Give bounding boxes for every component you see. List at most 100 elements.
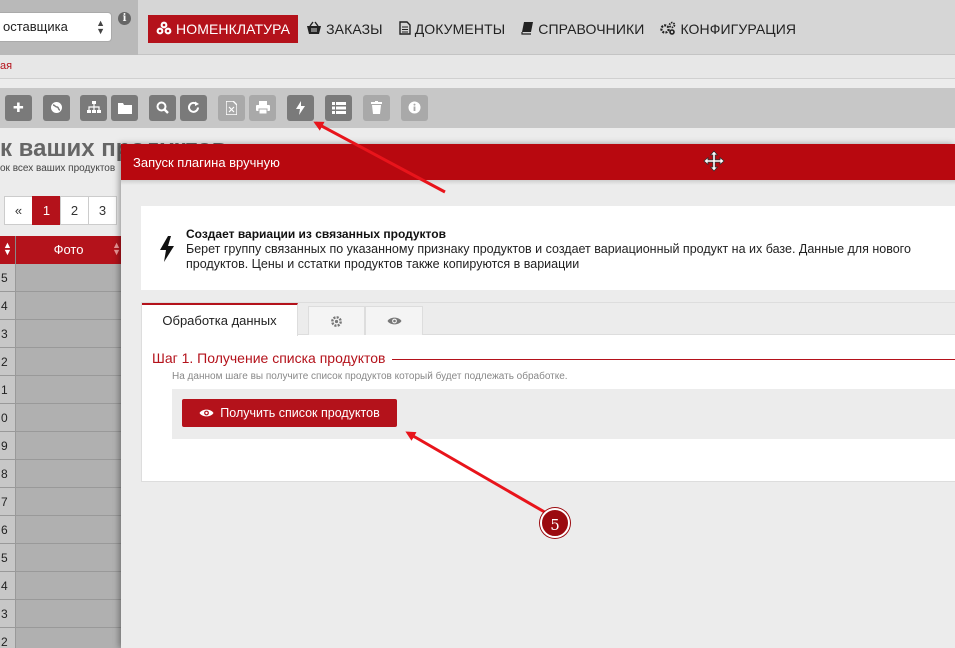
sort-icon: ▲ ▼ [3, 240, 12, 257]
step-number-badge: 5 [540, 508, 570, 538]
folder-button[interactable] [111, 95, 138, 121]
table-row[interactable]: 9 [0, 432, 121, 460]
breadcrumb-link[interactable]: ая [0, 60, 12, 72]
tab-settings[interactable] [308, 306, 365, 335]
get-product-list-button[interactable]: Получить список продуктов [182, 399, 397, 427]
plus-icon: ✚ [13, 100, 24, 115]
tab-data-processing[interactable]: Обработка данных [142, 303, 298, 336]
plugin-title: Создает вариации из связанных продуктов [186, 227, 446, 241]
supplier-select[interactable]: оставщика ▲ ▼ [0, 12, 112, 42]
export-excel-button[interactable] [218, 95, 245, 121]
search-icon [156, 101, 169, 114]
info-button[interactable] [401, 95, 428, 121]
refresh-button[interactable] [180, 95, 207, 121]
page-2[interactable]: 2 [60, 196, 89, 225]
photo-cell [16, 572, 121, 599]
sort-column-header[interactable]: ▲ ▼ [0, 236, 16, 264]
grid-body: 54321098765432 [0, 264, 121, 648]
nav-documents[interactable]: ДОКУМЕНТЫ [391, 15, 514, 43]
page-prev[interactable]: « [4, 196, 33, 225]
table-row[interactable]: 0 [0, 404, 121, 432]
table-row[interactable]: 5 [0, 264, 121, 292]
row-number: 3 [0, 320, 16, 347]
page-subtitle: ок всех ваших продуктов [0, 163, 116, 174]
print-icon [255, 101, 270, 115]
refresh-icon [188, 101, 199, 113]
eye-icon [387, 317, 401, 325]
bolt-icon [160, 236, 174, 262]
delete-button[interactable] [363, 95, 390, 121]
table-row[interactable]: 3 [0, 320, 121, 348]
table-row[interactable]: 5 [0, 544, 121, 572]
tab-label: Обработка данных [162, 313, 277, 328]
toolbar: ✚ [0, 88, 955, 128]
get-product-list-label: Получить список продуктов [220, 406, 380, 420]
nav-references[interactable]: СПРАВОЧНИКИ [513, 15, 652, 43]
search-button[interactable] [149, 95, 176, 121]
run-plugin-modal: Запуск плагина вручную Создает вариации … [121, 144, 955, 648]
tab-preview[interactable] [365, 306, 423, 335]
table-row[interactable]: 1 [0, 376, 121, 404]
cubes-icon [156, 21, 172, 38]
nav-label: КОНФИГУРАЦИЯ [680, 21, 797, 37]
row-number: 2 [0, 348, 16, 375]
trash-icon [371, 101, 382, 114]
plugin-panel: Обработка данных Шаг 1. Получение списка… [141, 302, 955, 482]
nav-label: ЗАКАЗЫ [326, 21, 383, 37]
row-number: 3 [0, 600, 16, 627]
table-row[interactable]: 2 [0, 348, 121, 376]
table-row[interactable]: 7 [0, 488, 121, 516]
globe-button[interactable] [43, 95, 70, 121]
nav-nomenclature[interactable]: НОМЕНКЛАТУРА [148, 15, 299, 43]
table-row[interactable]: 4 [0, 572, 121, 600]
list-button[interactable] [325, 95, 352, 121]
row-number: 4 [0, 292, 16, 319]
sitemap-button[interactable] [80, 95, 107, 121]
photo-column-header[interactable]: Фото ▲ ▼ [16, 236, 121, 264]
nav-orders[interactable]: ЗАКАЗЫ [298, 15, 391, 43]
move-icon[interactable] [703, 150, 725, 172]
products-grid: ▲ ▼ Фото ▲ ▼ 54321098765432 [0, 236, 121, 648]
photo-cell [16, 376, 121, 403]
row-number: 5 [0, 264, 16, 291]
header-divider [121, 180, 955, 185]
table-row[interactable]: 2 [0, 628, 121, 648]
table-row[interactable]: 6 [0, 516, 121, 544]
supplier-box: оставщика ▲ ▼ i [0, 0, 138, 55]
table-row[interactable]: 3 [0, 600, 121, 628]
cogs-icon [660, 21, 676, 38]
print-button[interactable] [249, 95, 276, 121]
main-nav: НОМЕНКЛАТУРА ЗАКАЗЫ ДОКУМЕНТЫ СПРАВОЧНИК… [148, 15, 804, 43]
photo-cell [16, 264, 121, 291]
table-row[interactable]: 4 [0, 292, 121, 320]
folder-icon [117, 103, 132, 114]
step-actions: Получить список продуктов [172, 389, 955, 439]
excel-icon [225, 100, 238, 116]
row-number: 1 [0, 376, 16, 403]
row-number: 4 [0, 572, 16, 599]
photo-cell [16, 348, 121, 375]
modal-header[interactable]: Запуск плагина вручную [121, 144, 955, 180]
add-button[interactable]: ✚ [5, 95, 32, 121]
photo-cell [16, 488, 121, 515]
modal-title: Запуск плагина вручную [133, 155, 280, 170]
nav-label: ДОКУМЕНТЫ [414, 21, 506, 37]
select-caret-icon: ▲ ▼ [96, 18, 105, 36]
tab-bar: Обработка данных [142, 303, 955, 336]
page-3[interactable]: 3 [88, 196, 117, 225]
table-row[interactable]: 8 [0, 460, 121, 488]
info-icon[interactable]: i [118, 12, 131, 25]
row-number: 8 [0, 460, 16, 487]
row-number: 9 [0, 432, 16, 459]
eye-icon [199, 409, 214, 417]
photo-cell [16, 516, 121, 543]
top-navbar: оставщика ▲ ▼ i НОМЕНКЛАТУРА ЗАКАЗЫ ДОКУМ… [0, 0, 955, 55]
list-icon [331, 102, 346, 114]
page-1[interactable]: 1 [32, 196, 61, 225]
run-plugin-button[interactable] [287, 95, 314, 121]
nav-configuration[interactable]: КОНФИГУРАЦИЯ [652, 15, 804, 43]
info-icon [408, 101, 421, 114]
pagination: « 1 2 3 [4, 196, 117, 225]
photo-cell [16, 628, 121, 648]
photo-header-label: Фото [53, 242, 84, 257]
